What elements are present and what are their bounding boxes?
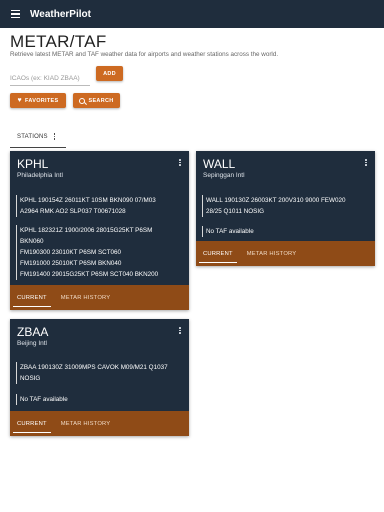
search-button-label: SEARCH bbox=[88, 97, 114, 104]
metar-report: KPHL 190154Z 26011KT 10SM BKN090 07/M03 … bbox=[16, 195, 156, 217]
tab-metar-history[interactable]: METAR HISTORY bbox=[54, 285, 118, 310]
station-card-zbaa: ZBAA Beijing Intl ZBAA 190130Z 31009MPS … bbox=[10, 319, 189, 436]
station-code: WALL bbox=[203, 157, 236, 171]
card-tabs: CURRENT METAR HISTORY bbox=[196, 241, 375, 266]
station-name: Beijing Intl bbox=[17, 340, 47, 347]
more-vert-icon[interactable] bbox=[365, 159, 367, 166]
taf-report: No TAF available bbox=[16, 394, 68, 405]
card-tabs: CURRENT METAR HISTORY bbox=[10, 411, 189, 436]
favorites-button-label: FAVORITES bbox=[25, 97, 59, 104]
station-card-kphl: KPHL Philadelphia Intl KPHL 190154Z 2601… bbox=[10, 151, 189, 310]
page-subtitle: Retrieve latest METAR and TAF weather da… bbox=[10, 51, 279, 58]
app-bar: WeatherPilot bbox=[0, 0, 384, 28]
metar-report: ZBAA 190130Z 31009MPS CAVOK M09/M21 Q103… bbox=[16, 362, 168, 384]
heart-icon: ♥ bbox=[17, 97, 22, 104]
station-name: Philadelphia Intl bbox=[17, 172, 63, 179]
more-vert-icon[interactable] bbox=[179, 327, 181, 334]
search-button[interactable]: SEARCH bbox=[73, 93, 120, 108]
add-button[interactable]: ADD bbox=[96, 66, 123, 81]
app-title: WeatherPilot bbox=[30, 8, 91, 20]
station-code: ZBAA bbox=[17, 325, 49, 339]
page-title: METAR/TAF bbox=[10, 32, 107, 51]
tab-current[interactable]: CURRENT bbox=[10, 285, 54, 310]
tab-current[interactable]: CURRENT bbox=[196, 241, 240, 266]
tab-stations-label: STATIONS bbox=[17, 133, 48, 140]
favorites-button[interactable]: ♥ FAVORITES bbox=[10, 93, 66, 108]
tab-stations[interactable]: STATIONS bbox=[10, 126, 66, 148]
station-name: Sepinggan Intl bbox=[203, 172, 245, 179]
taf-report: No TAF available bbox=[202, 226, 254, 237]
tab-current[interactable]: CURRENT bbox=[10, 411, 54, 436]
taf-report: KPHL 182321Z 1900/2006 28015G25KT P6SM B… bbox=[16, 225, 158, 280]
card-tabs: CURRENT METAR HISTORY bbox=[10, 285, 189, 310]
more-vert-icon[interactable] bbox=[179, 159, 181, 166]
menu-icon[interactable] bbox=[0, 0, 30, 28]
tab-metar-history[interactable]: METAR HISTORY bbox=[240, 241, 304, 266]
metar-report: WALL 190130Z 26003KT 200V310 9000 FEW020… bbox=[202, 195, 345, 217]
more-vert-icon[interactable] bbox=[53, 133, 56, 140]
tab-metar-history[interactable]: METAR HISTORY bbox=[54, 411, 118, 436]
icao-input[interactable] bbox=[10, 72, 90, 86]
search-icon bbox=[79, 97, 86, 104]
station-card-wall: WALL Sepinggan Intl WALL 190130Z 26003KT… bbox=[196, 151, 375, 266]
station-code: KPHL bbox=[17, 157, 49, 171]
